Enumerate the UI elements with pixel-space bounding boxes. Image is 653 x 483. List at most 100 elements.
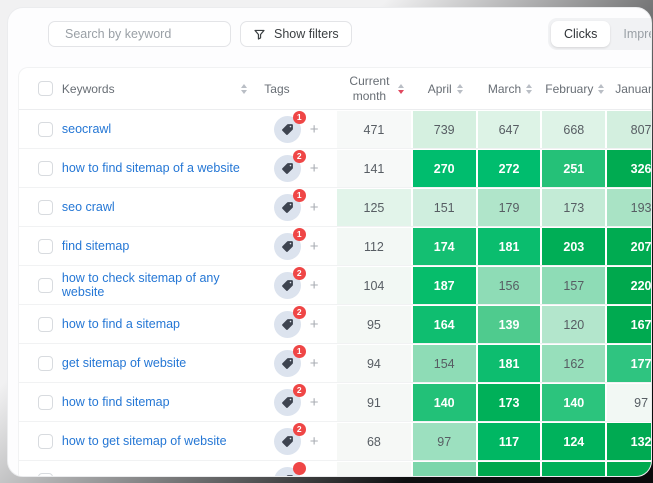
row-checkbox[interactable]: [38, 239, 53, 254]
table-header: Keywords Tags Current month April March …: [19, 68, 652, 110]
table-row: how to check sitemap of any website 2 + …: [19, 266, 652, 305]
tags-button[interactable]: 1: [274, 116, 301, 143]
keyword-link[interactable]: get sitemap of website: [62, 356, 186, 370]
add-tag-button[interactable]: +: [310, 473, 319, 478]
current-month-cell: 104: [337, 266, 413, 304]
keyword-link[interactable]: seocrawl: [62, 122, 111, 136]
month-cell-february: 157: [542, 266, 607, 304]
add-tag-button[interactable]: +: [310, 278, 319, 293]
tag-count-badge: 2: [293, 384, 306, 397]
tag-count-badge: 2: [293, 306, 306, 319]
add-tag-button[interactable]: +: [310, 317, 319, 332]
row-checkbox[interactable]: [38, 434, 53, 449]
header-february-label: February: [545, 82, 593, 96]
sort-icon-keywords[interactable]: [241, 84, 247, 94]
show-filters-label: Show filters: [274, 27, 339, 41]
tags-button[interactable]: 2: [274, 428, 301, 455]
add-tag-button[interactable]: +: [310, 122, 319, 137]
current-month-cell: 95: [337, 305, 413, 343]
sort-icon-february[interactable]: [598, 84, 604, 94]
month-cell-march: 117: [478, 422, 543, 460]
toggle-option-impressions[interactable]: Impressions: [610, 21, 652, 47]
month-cell-february: 173: [542, 188, 607, 226]
tags-button[interactable]: 1: [274, 194, 301, 221]
current-month-cell: 141: [337, 149, 413, 187]
search-box[interactable]: [48, 21, 231, 47]
add-tag-button[interactable]: +: [310, 356, 319, 371]
table-row: seo crawl 1 + 125 151 179 173 193: [19, 188, 652, 227]
add-tag-button[interactable]: +: [310, 239, 319, 254]
row-checkbox[interactable]: [38, 122, 53, 137]
header-keywords[interactable]: Keywords: [53, 82, 255, 96]
month-cell-february: [542, 461, 607, 477]
sort-icon-april[interactable]: [457, 84, 463, 94]
row-checkbox[interactable]: [38, 200, 53, 215]
month-cell-march: 156: [478, 266, 543, 304]
tag-count-badge: [293, 462, 306, 475]
keyword-link[interactable]: seo crawl: [62, 200, 115, 214]
tag-icon: [281, 474, 294, 478]
current-month-cell: 125: [337, 188, 413, 226]
row-checkbox[interactable]: [38, 356, 53, 371]
add-tag-button[interactable]: +: [310, 395, 319, 410]
current-month-cell: 68: [337, 422, 413, 460]
month-cell-january: 177: [607, 344, 652, 382]
month-cell-january: 807: [607, 110, 652, 148]
month-cell-january: 220: [607, 266, 652, 304]
tag-icon: [281, 201, 294, 214]
month-cell-january: 97: [607, 383, 652, 421]
tags-button[interactable]: [274, 467, 301, 478]
keyword-link[interactable]: how to find sitemap: [62, 395, 170, 409]
month-cell-april: 154: [413, 344, 478, 382]
keyword-link[interactable]: how to get sitemap of website: [62, 434, 227, 448]
row-checkbox[interactable]: [38, 473, 53, 478]
sort-icon-march[interactable]: [526, 84, 532, 94]
header-tags: Tags: [255, 82, 337, 96]
row-checkbox[interactable]: [38, 395, 53, 410]
tag-icon: [281, 396, 294, 409]
tags-button[interactable]: 2: [274, 311, 301, 338]
toggle-option-clicks[interactable]: Clicks: [551, 21, 610, 47]
search-input[interactable]: [65, 27, 226, 41]
header-january[interactable]: January: [607, 82, 652, 96]
tag-count-badge: 2: [293, 423, 306, 436]
header-april[interactable]: April: [413, 82, 478, 96]
table-row: get sitemap of website 1 + 94 154 181 16…: [19, 344, 652, 383]
row-checkbox[interactable]: [38, 317, 53, 332]
header-current-month[interactable]: Current month: [337, 74, 413, 104]
tags-button[interactable]: 1: [274, 350, 301, 377]
sort-icon-current-month[interactable]: [398, 84, 404, 94]
tag-count-badge: 1: [293, 189, 306, 202]
row-checkbox[interactable]: [38, 278, 53, 293]
select-all-checkbox[interactable]: [38, 81, 53, 96]
tag-count-badge: 1: [293, 111, 306, 124]
add-tag-button[interactable]: +: [310, 161, 319, 176]
month-cell-february: 140: [542, 383, 607, 421]
keyword-link[interactable]: how to find sitemap of a website: [62, 161, 240, 175]
tag-icon: [281, 435, 294, 448]
add-tag-button[interactable]: +: [310, 200, 319, 215]
tags-button[interactable]: 2: [274, 272, 301, 299]
tags-button[interactable]: 2: [274, 389, 301, 416]
tags-button[interactable]: 2: [274, 155, 301, 182]
keyword-link[interactable]: how to check sitemap of any website: [62, 271, 255, 299]
row-checkbox[interactable]: [38, 161, 53, 176]
header-february[interactable]: February: [542, 82, 607, 96]
month-cell-march: [478, 461, 543, 477]
table-row: how to find a sitemap 2 + 95 164 139 120…: [19, 305, 652, 344]
keyword-link[interactable]: how to find a sitemap: [62, 317, 180, 331]
header-tags-label: Tags: [264, 82, 289, 96]
tags-button[interactable]: 1: [274, 233, 301, 260]
current-month-cell: 112: [337, 227, 413, 265]
add-tag-button[interactable]: +: [310, 434, 319, 449]
show-filters-button[interactable]: Show filters: [240, 21, 352, 47]
month-cell-february: 203: [542, 227, 607, 265]
keyword-link[interactable]: find sitemap: [62, 239, 129, 253]
month-cell-april: 97: [413, 422, 478, 460]
header-march[interactable]: March: [478, 82, 543, 96]
header-april-label: April: [428, 82, 452, 96]
current-month-cell: 91: [337, 383, 413, 421]
month-cell-february: 124: [542, 422, 607, 460]
month-cell-january: [607, 461, 652, 477]
tag-icon: [281, 162, 294, 175]
